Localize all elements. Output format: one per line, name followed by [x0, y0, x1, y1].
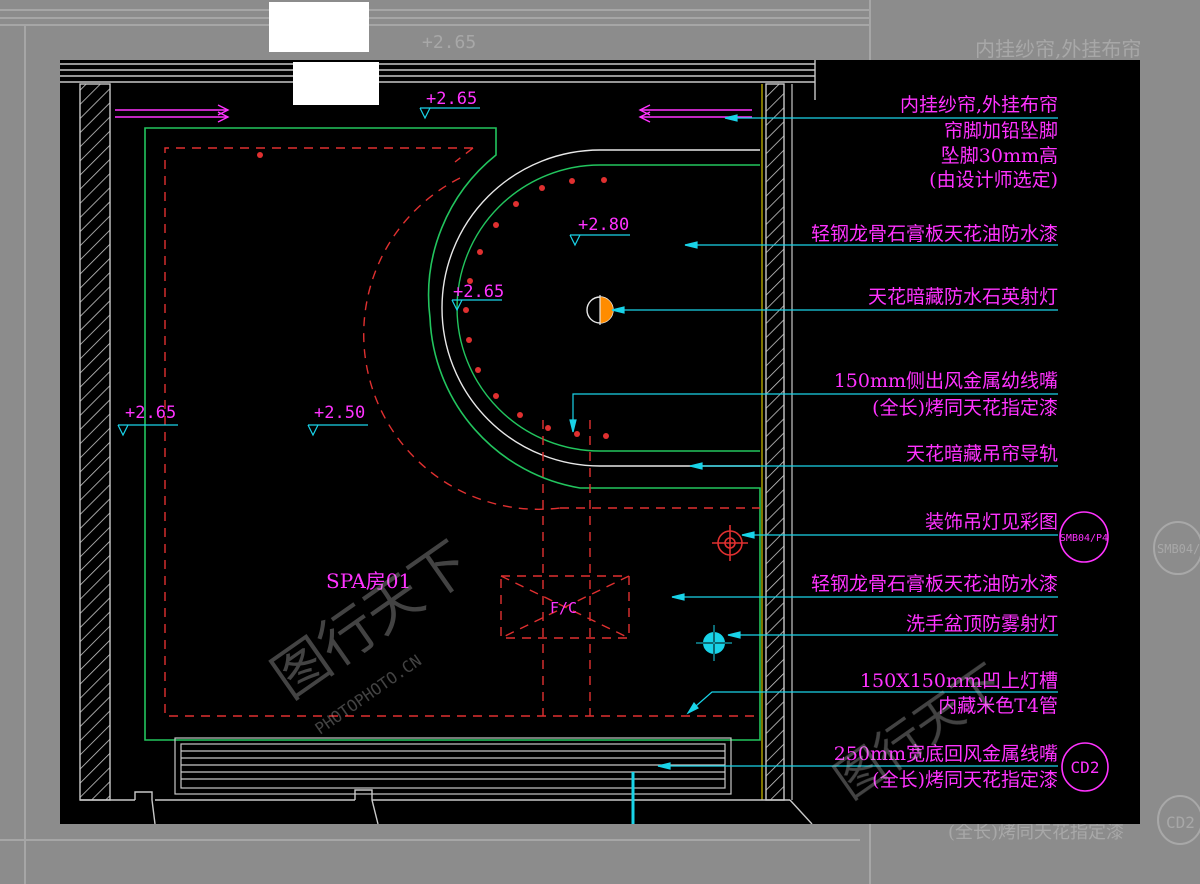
note-curtain-line3: 坠脚30mm高	[941, 145, 1058, 167]
level-top: +2.65	[426, 89, 477, 109]
ceiling-plan-drawing: +2.65 +2.80 +2.65 +2.65 +2.50 SPA房01 F/C	[60, 60, 1140, 824]
level-curve-center: +2.80	[578, 215, 629, 235]
left-wall	[79, 83, 111, 801]
note-antifog-spotlight: 洗手盆顶防雾射灯	[906, 613, 1058, 635]
fixture-fc-label: F/C	[550, 599, 577, 617]
white-tab-inner	[293, 62, 379, 105]
note-ceiling-board-2: 轻钢龙骨石膏板天花油防水漆	[811, 572, 1058, 595]
bg-tag-label-1: SMB04/P4	[1157, 542, 1200, 556]
level-left-wall: +2.65	[125, 403, 176, 423]
note-quartz-spotlight: 天花暗藏防水石英射灯	[868, 286, 1058, 308]
white-tab	[269, 2, 369, 52]
note-ceiling-board-1: 轻钢龙骨石膏板天花油防水漆	[811, 222, 1058, 245]
note-curtain-line4: (由设计师选定)	[929, 169, 1058, 191]
level-main: +2.50	[314, 403, 365, 423]
note-pendant-light: 装饰吊灯见彩图	[925, 511, 1058, 533]
note-curtain-line2: 帘脚加铅坠脚	[944, 120, 1058, 142]
tag-pendant-label: SMB04/P4	[1060, 533, 1108, 544]
bg-annotation-bottom: (全长)烤同天花指定漆	[948, 822, 1124, 843]
note-side-vent-line1: 150mm侧出风金属幼线嘴	[834, 370, 1058, 392]
bg-elevation: +2.65	[422, 32, 476, 53]
tag-vent-label: CD2	[1071, 758, 1100, 777]
note-curtain-line1: 内挂纱帘,外挂布帘	[900, 94, 1058, 116]
note-side-vent-line2: (全长)烤同天花指定漆	[872, 397, 1058, 419]
level-curve-left: +2.65	[453, 282, 504, 302]
bg-annotation: 内挂纱帘,外挂布帘	[975, 37, 1141, 61]
bg-tag-label-2: CD2	[1166, 813, 1195, 832]
note-curtain-track: 天花暗藏吊帘导轨	[906, 443, 1058, 465]
